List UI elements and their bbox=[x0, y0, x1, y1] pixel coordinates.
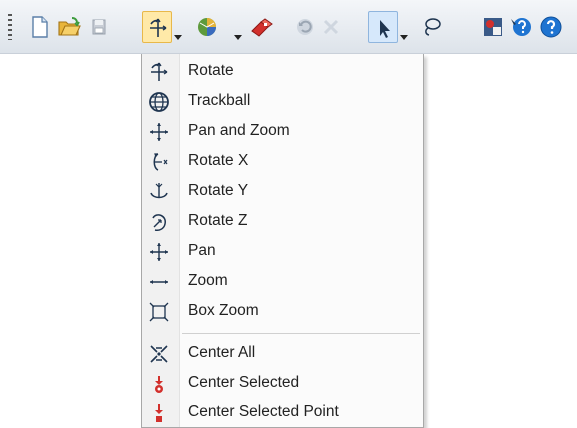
menu-item-rotate-x[interactable]: Rotate X bbox=[142, 147, 424, 177]
navigation-mode-menu: Rotate Trackball Pan and Zoom Rotate X R… bbox=[141, 54, 424, 428]
menu-item-center-selected[interactable]: Center Selected bbox=[142, 369, 424, 399]
menu-item-label: Rotate bbox=[188, 62, 234, 79]
menu-item-label: Rotate X bbox=[188, 152, 249, 169]
zoom-icon bbox=[147, 270, 171, 294]
menu-item-label: Box Zoom bbox=[188, 302, 259, 319]
eraser-icon bbox=[251, 18, 273, 37]
menu-item-box-zoom[interactable]: Box Zoom bbox=[142, 297, 424, 327]
render-style-dropdown-arrow[interactable] bbox=[234, 35, 242, 41]
delete-x-icon bbox=[323, 19, 339, 35]
open-folder-icon bbox=[58, 17, 81, 36]
center-all-icon bbox=[147, 342, 171, 366]
select-button[interactable] bbox=[368, 11, 398, 43]
chevron-down-icon bbox=[174, 35, 182, 40]
center-selected-point-icon bbox=[147, 401, 171, 425]
shaded-cube-icon bbox=[198, 18, 216, 36]
pan-icon bbox=[147, 240, 171, 264]
menu-item-label: Zoom bbox=[188, 272, 228, 289]
pan-and-zoom-icon bbox=[147, 120, 171, 144]
model-viewer-button[interactable] bbox=[478, 11, 508, 43]
lasso-button[interactable] bbox=[416, 11, 446, 43]
model-viewer-icon bbox=[484, 18, 502, 36]
undo-icon bbox=[297, 19, 313, 35]
delete-button[interactable] bbox=[316, 11, 346, 43]
open-folder-button[interactable] bbox=[54, 11, 84, 43]
menu-item-rotate-y[interactable]: Rotate Y bbox=[142, 177, 424, 207]
menu-item-zoom[interactable]: Zoom bbox=[142, 267, 424, 297]
menu-item-rotate[interactable]: Rotate bbox=[142, 57, 424, 87]
rotate-icon bbox=[150, 18, 167, 37]
menu-item-label: Pan and Zoom bbox=[188, 122, 290, 139]
menu-item-label: Rotate Y bbox=[188, 182, 249, 199]
rotate-z-icon bbox=[147, 210, 171, 234]
center-selected-icon bbox=[147, 372, 171, 396]
menu-item-pan-and-zoom[interactable]: Pan and Zoom bbox=[142, 117, 424, 147]
menu-item-label: Trackball bbox=[188, 92, 251, 109]
menu-item-label: Center Selected Point bbox=[188, 403, 339, 420]
rotate-x-icon bbox=[147, 150, 171, 174]
save-button[interactable] bbox=[84, 11, 114, 43]
menu-item-label: Center Selected bbox=[188, 374, 300, 391]
chevron-down-icon bbox=[400, 35, 408, 40]
help-icon bbox=[540, 16, 562, 38]
new-document-button[interactable] bbox=[24, 11, 54, 43]
rotate-icon bbox=[147, 60, 171, 84]
menu-item-label: Rotate Z bbox=[188, 212, 248, 229]
new-document-icon bbox=[32, 16, 48, 38]
box-zoom-icon bbox=[147, 300, 171, 324]
select-arrow-icon bbox=[380, 20, 390, 38]
help-button[interactable] bbox=[536, 11, 566, 43]
chevron-down-icon bbox=[234, 35, 242, 40]
menu-item-label: Pan bbox=[188, 242, 216, 259]
rotate-mode-dropdown-arrow[interactable] bbox=[174, 35, 182, 41]
main-toolbar bbox=[0, 0, 577, 54]
render-style-button[interactable] bbox=[192, 11, 222, 43]
menu-item-label: Center All bbox=[188, 344, 256, 361]
rotate-mode-button[interactable] bbox=[142, 11, 172, 43]
lasso-icon bbox=[425, 18, 441, 36]
menu-item-trackball[interactable]: Trackball bbox=[142, 87, 424, 117]
trackball-icon bbox=[147, 90, 171, 114]
menu-separator bbox=[182, 333, 420, 334]
context-help-icon bbox=[511, 18, 531, 36]
save-disk-icon bbox=[92, 19, 106, 35]
menu-item-rotate-z[interactable]: Rotate Z bbox=[142, 207, 424, 237]
toolbar-grip[interactable] bbox=[8, 14, 12, 40]
context-help-button[interactable] bbox=[506, 11, 536, 43]
eraser-button[interactable] bbox=[246, 11, 276, 43]
menu-item-center-selected-point[interactable]: Center Selected Point bbox=[142, 398, 424, 428]
rotate-y-icon bbox=[147, 180, 171, 204]
menu-item-pan[interactable]: Pan bbox=[142, 237, 424, 267]
menu-item-center-all[interactable]: Center All bbox=[142, 339, 424, 369]
select-dropdown-arrow[interactable] bbox=[400, 35, 408, 41]
